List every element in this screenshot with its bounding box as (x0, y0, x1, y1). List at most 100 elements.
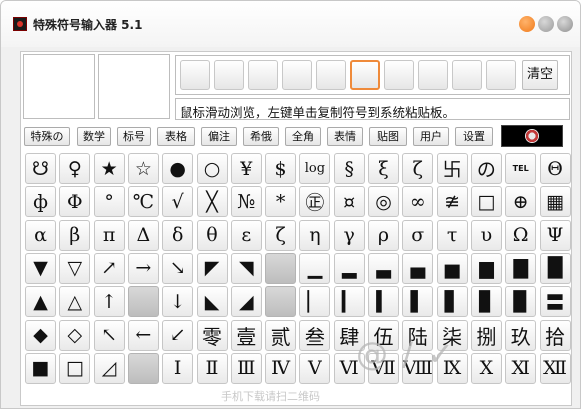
maximize-button[interactable] (538, 16, 554, 32)
symbol-cell[interactable]: ← (127, 319, 159, 351)
symbol-cell[interactable]: √ (162, 186, 194, 218)
symbol-cell[interactable]: 玖 (505, 319, 537, 351)
symbol-cell[interactable]: ▅ (436, 252, 468, 284)
symbol-cell[interactable]: ╳ (196, 186, 228, 218)
symbol-cell[interactable]: ∞ (402, 186, 434, 218)
symbol-cell[interactable]: ▂ (333, 252, 365, 284)
symbol-cell[interactable]: θ (196, 219, 228, 251)
symbol-cell[interactable]: Θ (539, 153, 571, 184)
symbol-cell[interactable]: 叁 (299, 319, 331, 351)
symbol-cell[interactable]: log (299, 153, 331, 184)
symbol-cell[interactable]: № (230, 186, 262, 218)
symbol-cell[interactable]: γ (333, 219, 365, 251)
recent-symbol-slot[interactable] (248, 60, 278, 90)
symbol-cell[interactable]: υ (470, 219, 502, 251)
symbol-cell[interactable]: ф (25, 186, 56, 218)
recent-symbol-slot[interactable] (282, 60, 312, 90)
symbol-cell[interactable]: ◣ (196, 286, 228, 318)
close-button[interactable] (557, 16, 573, 32)
category-tab[interactable]: 贴图 (369, 127, 407, 146)
symbol-cell[interactable]: Ⅻ (539, 352, 571, 384)
symbol-cell[interactable]: ♀ (59, 153, 91, 184)
category-tab[interactable]: 表情 (327, 127, 363, 146)
symbol-cell[interactable]: ▃ (368, 252, 399, 284)
symbol-cell[interactable]: τ (436, 219, 468, 251)
symbol-cell[interactable]: Ⅱ (196, 352, 228, 384)
symbol-cell[interactable]: Ⅳ (265, 352, 297, 384)
symbol-cell[interactable]: Ψ (539, 219, 571, 251)
symbol-cell[interactable]: σ (402, 219, 434, 251)
symbol-cell[interactable]: Ω (505, 219, 537, 251)
symbol-cell[interactable]: 卐 (436, 153, 468, 184)
recent-symbol-slot[interactable] (452, 60, 482, 90)
recent-symbol-slot[interactable] (214, 60, 244, 90)
symbol-cell[interactable]: 拾 (539, 319, 571, 351)
symbol-cell[interactable]: ◤ (196, 252, 228, 284)
symbol-cell[interactable]: ≇ (436, 186, 468, 218)
symbol-cell[interactable]: ㊣ (299, 186, 331, 218)
symbol-cell[interactable]: ⊕ (505, 186, 537, 218)
symbol-cell[interactable]: η (299, 219, 331, 251)
symbol-cell-empty[interactable] (127, 352, 159, 384)
symbol-cell[interactable]: ★ (93, 153, 125, 184)
symbol-cell[interactable]: Ⅺ (505, 352, 537, 384)
symbol-cell[interactable]: δ (162, 219, 194, 251)
category-tab[interactable]: 希俄 (243, 127, 279, 146)
symbol-cell[interactable]: ↑ (93, 286, 125, 318)
category-tab[interactable]: 标号 (117, 127, 151, 146)
symbol-cell[interactable]: ξ (368, 153, 399, 184)
minimize-button[interactable] (519, 16, 535, 32)
symbol-cell[interactable]: ℃ (127, 186, 159, 218)
category-tab[interactable]: 偏注 (201, 127, 237, 146)
recent-symbol-slot[interactable] (350, 60, 380, 90)
symbol-cell[interactable]: Ⅲ (230, 352, 262, 384)
recent-symbol-slot[interactable] (180, 60, 210, 90)
symbol-cell[interactable]: ● (162, 153, 194, 184)
symbol-cell[interactable]: Ⅴ (299, 352, 331, 384)
symbol-cell[interactable]: ▆ (470, 252, 502, 284)
symbol-cell[interactable]: ☋ (25, 153, 56, 184)
symbol-cell[interactable]: ▁ (299, 252, 331, 284)
symbol-cell[interactable]: ▉ (505, 286, 537, 318)
symbol-cell[interactable]: $ (265, 153, 297, 184)
symbol-cell[interactable]: ζ (402, 153, 434, 184)
symbol-cell[interactable]: の (470, 153, 502, 184)
category-tab[interactable]: 全角 (285, 127, 321, 146)
symbol-cell[interactable]: § (333, 153, 365, 184)
symbol-cell[interactable]: ↓ (162, 286, 194, 318)
symbol-cell[interactable]: ▽ (59, 252, 91, 284)
category-tab[interactable]: 设置 (455, 127, 493, 146)
symbol-cell[interactable]: ▼ (25, 252, 56, 284)
symbol-cell[interactable]: ◢ (230, 286, 262, 318)
symbol-cell[interactable]: ▏ (299, 286, 331, 318)
symbol-cell[interactable]: █ (539, 252, 571, 284)
symbol-cell[interactable]: Ⅰ (162, 352, 194, 384)
symbol-cell[interactable]: 壹 (230, 319, 262, 351)
symbol-cell[interactable]: Δ (127, 219, 159, 251)
symbol-cell[interactable]: ◆ (25, 319, 56, 351)
symbol-cell[interactable]: α (25, 219, 56, 251)
symbol-cell[interactable]: ¥ (230, 153, 262, 184)
category-tab[interactable]: 用户 (413, 127, 449, 146)
symbol-cell[interactable]: ▇ (505, 252, 537, 284)
symbol-cell[interactable]: → (127, 252, 159, 284)
symbol-cell[interactable]: ■ (25, 352, 56, 384)
category-tab[interactable]: 数学 (77, 127, 111, 146)
symbol-cell[interactable]: TEL (505, 153, 537, 184)
symbol-cell[interactable]: ▋ (436, 286, 468, 318)
symbol-cell[interactable]: ○ (196, 153, 228, 184)
symbol-cell[interactable]: ▊ (470, 286, 502, 318)
recent-symbol-slot[interactable] (418, 60, 448, 90)
recent-symbol-slot[interactable] (316, 60, 346, 90)
category-tab[interactable]: 特殊の (24, 127, 70, 146)
symbol-cell[interactable]: ◎ (368, 186, 399, 218)
symbol-cell[interactable]: ▎ (333, 286, 365, 318)
symbol-cell[interactable]: △ (59, 286, 91, 318)
symbol-cell[interactable]: ▦ (539, 186, 571, 218)
symbol-cell[interactable]: 贰 (265, 319, 297, 351)
symbol-cell[interactable]: ▍ (368, 286, 399, 318)
recent-symbol-slot[interactable] (486, 60, 516, 90)
clear-button[interactable]: 清空 (522, 60, 558, 90)
symbol-cell[interactable]: 零 (196, 319, 228, 351)
symbol-cell[interactable]: ◥ (230, 252, 262, 284)
